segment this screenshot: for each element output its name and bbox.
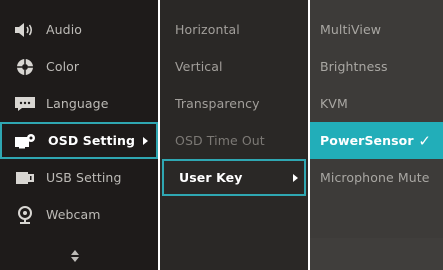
osd-menu: Audio Color Language OSD Setting USB Set… [0,0,443,270]
options-panel: MultiView Brightness KVM PowerSensor ✓ M… [310,0,443,270]
option-label: KVM [320,96,348,111]
submenu-item-label: Horizontal [175,22,240,37]
submenu-item-user-key[interactable]: User Key [162,159,306,196]
submenu-item-osd-time-out[interactable]: OSD Time Out [160,122,308,159]
option-microphone-mute[interactable]: Microphone Mute [310,159,443,196]
option-label: Microphone Mute [320,170,430,185]
menu-item-label: Webcam [46,207,101,222]
submenu-item-transparency[interactable]: Transparency [160,85,308,122]
option-label: PowerSensor [320,133,414,148]
option-powersensor[interactable]: PowerSensor ✓ [310,122,443,159]
color-wheel-icon [14,58,36,76]
option-multiview[interactable]: MultiView [310,11,443,48]
submenu-item-label: User Key [179,170,243,185]
submenu-item-vertical[interactable]: Vertical [160,48,308,85]
option-brightness[interactable]: Brightness [310,48,443,85]
menu-item-usb-setting[interactable]: USB Setting [0,159,158,196]
panel-footer [310,238,443,270]
option-label: MultiView [320,22,382,37]
menu-item-label: Color [46,59,80,74]
submenu-item-label: Transparency [175,96,260,111]
speech-bubble-icon [14,95,36,113]
menu-item-language[interactable]: Language [0,85,158,122]
menu-item-osd-setting[interactable]: OSD Setting [0,122,158,159]
menu-item-label: Audio [46,22,83,37]
menu-item-label: OSD Setting [48,133,136,148]
webcam-icon [14,205,36,224]
submenu-item-horizontal[interactable]: Horizontal [160,11,308,48]
chevron-right-icon [143,136,148,145]
chevron-right-icon [293,173,298,182]
up-down-arrows-icon [70,248,80,262]
main-menu-panel: Audio Color Language OSD Setting USB Set… [0,0,158,270]
usb-icon [14,169,36,187]
submenu-item-label: Vertical [175,59,223,74]
menu-item-webcam[interactable]: Webcam [0,196,158,233]
sub-menu-panel: Horizontal Vertical Transparency OSD Tim… [160,0,308,270]
checkmark-icon: ✓ [418,131,431,150]
option-kvm[interactable]: KVM [310,85,443,122]
option-label: Brightness [320,59,388,74]
speaker-icon [14,21,36,39]
menu-item-label: USB Setting [46,170,122,185]
menu-item-audio[interactable]: Audio [0,11,158,48]
menu-item-label: Language [46,96,109,111]
submenu-item-label: OSD Time Out [175,133,265,148]
monitor-gear-icon [14,132,36,150]
menu-item-color[interactable]: Color [0,48,158,85]
